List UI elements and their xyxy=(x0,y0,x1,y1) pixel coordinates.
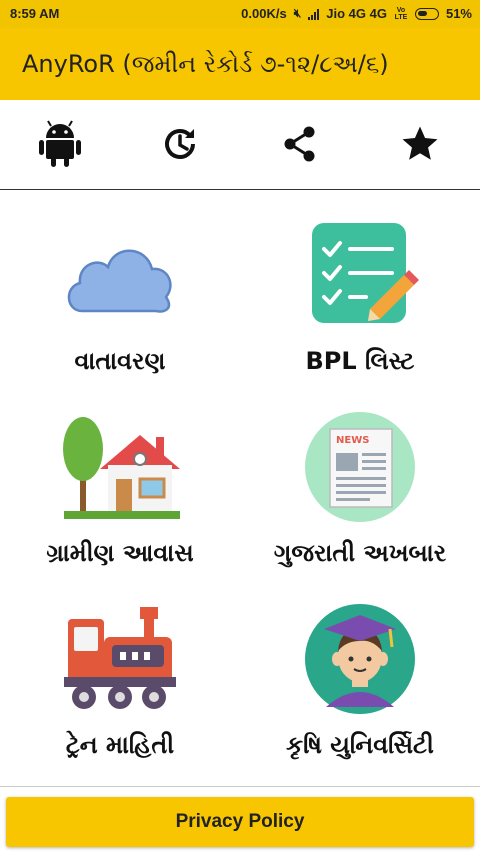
net-speed: 0.00K/s xyxy=(241,6,287,21)
icon-toolbar xyxy=(0,100,480,190)
tile-train-info[interactable]: ટ્રેન માહિતી xyxy=(0,575,240,765)
house-icon xyxy=(60,407,180,527)
svg-text:NEWS: NEWS xyxy=(336,435,369,446)
cloud-icon xyxy=(60,215,180,335)
tile-agri-university[interactable]: કૃષિ યુનિવર્સિટી xyxy=(240,575,480,765)
app-bar: AnyRoR (જમીન રેકોર્ડ ૭-૧૨/૮અ/૬) xyxy=(0,28,480,100)
newspaper-icon: NEWS xyxy=(300,407,420,527)
android-icon[interactable] xyxy=(36,120,84,168)
tile-weather[interactable]: વાતાવરણ xyxy=(0,191,240,381)
history-icon[interactable] xyxy=(156,120,204,168)
tile-rural-housing[interactable]: ગ્રામીણ આવાસ xyxy=(0,383,240,573)
battery-percent: 51% xyxy=(445,6,472,21)
status-time: 8:59 AM xyxy=(10,6,60,21)
graduate-icon xyxy=(300,599,420,719)
train-icon xyxy=(60,599,180,719)
tile-label: BPL લિસ્ટ xyxy=(305,347,415,375)
status-bar: 8:59 AM 0.00K/s 🔇︎ Jio 4G 4G Vo LTE 51% xyxy=(0,0,480,28)
footer-divider xyxy=(0,786,480,787)
star-icon[interactable] xyxy=(396,120,444,168)
app-title: AnyRoR (જમીન રેકોર્ડ ૭-૧૨/૮અ/૬) xyxy=(22,50,389,78)
tile-label: ટ્રેન માહિતી xyxy=(65,731,175,759)
carrier-label: Jio 4G 4G xyxy=(326,6,387,21)
tile-label: ગુજરાતી અખબાર xyxy=(273,539,447,567)
tile-label: કૃષિ યુનિવર્સિટી xyxy=(286,731,434,759)
share-icon[interactable] xyxy=(276,120,324,168)
feature-grid: વાતાવરણ BPL લિસ્ટ ગ્રામીણ આવાસ NEWS ગુજર… xyxy=(0,191,480,786)
tile-label: વાતાવરણ xyxy=(74,347,166,375)
tile-gujarati-newspaper[interactable]: NEWS ગુજરાતી અખબાર xyxy=(240,383,480,573)
privacy-policy-button[interactable]: Privacy Policy xyxy=(6,797,474,847)
checklist-icon xyxy=(300,215,420,335)
tile-label: ગ્રામીણ આવાસ xyxy=(46,539,194,567)
status-right: 0.00K/s 🔇︎ Jio 4G 4G Vo LTE 51% xyxy=(241,6,472,21)
mute-icon: 🔇︎ xyxy=(293,6,302,20)
battery-icon xyxy=(414,7,439,20)
signal-icon xyxy=(308,8,320,20)
volte-badge: Vo LTE xyxy=(394,6,408,21)
tile-bpl-list[interactable]: BPL લિસ્ટ xyxy=(240,191,480,381)
